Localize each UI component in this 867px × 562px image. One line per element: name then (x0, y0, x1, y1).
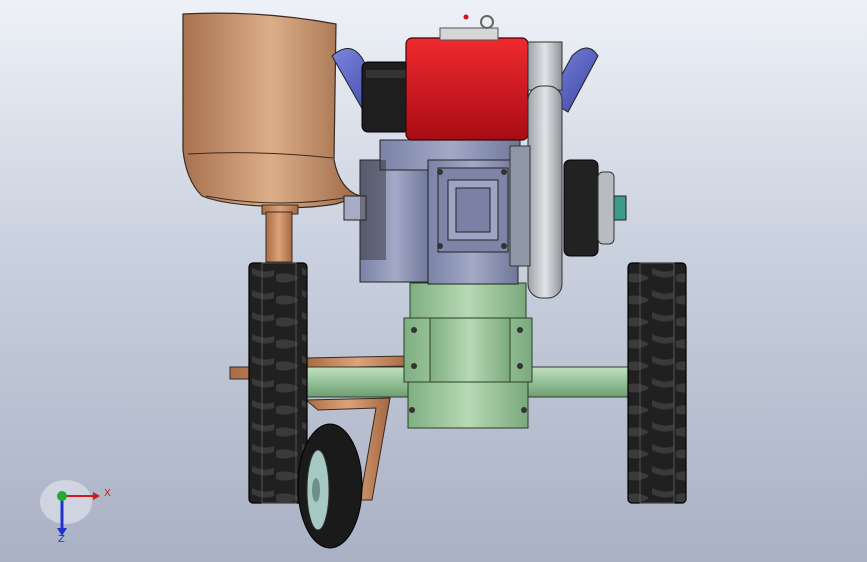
gearbox[interactable] (403, 282, 533, 429)
3d-viewport[interactable]: X Z (0, 0, 867, 562)
y-axis-dot (57, 491, 67, 501)
coordinate-triad: X Z (40, 480, 120, 550)
engine-block[interactable] (343, 139, 521, 285)
tail-wheel[interactable] (297, 423, 363, 549)
fuel-tank[interactable] (405, 14, 529, 141)
belt-pulley[interactable] (563, 159, 627, 257)
left-drive-wheel[interactable] (248, 262, 308, 504)
right-drive-wheel[interactable] (627, 262, 687, 504)
walking-tractor-model[interactable] (0, 0, 867, 562)
seat-post (261, 204, 299, 263)
x-axis-label: X (104, 488, 111, 499)
z-axis-label: Z (58, 534, 65, 545)
seat[interactable] (182, 12, 362, 209)
air-filter[interactable] (361, 61, 411, 133)
